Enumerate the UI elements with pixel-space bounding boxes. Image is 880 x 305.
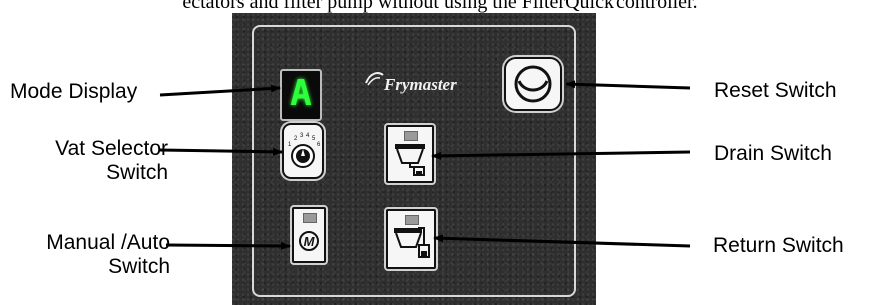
label-manual-auto-line2: Switch [108,255,170,278]
label-vat-selector-line1: Vat Selector [55,137,168,160]
manual-auto-arrow [165,241,291,250]
label-vat-selector-line2: Switch [106,161,168,184]
label-manual-auto: Manual /Auto Switch [14,231,170,279]
label-reset-switch: Reset Switch [714,79,837,102]
label-vat-selector: Vat Selector Switch [22,137,168,185]
label-manual-auto-line1: Manual /Auto [46,231,170,254]
reset-switch-arrow [565,80,691,90]
label-drain-switch: Drain Switch [714,142,832,165]
vat-selector-arrow [159,147,283,156]
label-mode-display: Mode Display [10,80,138,103]
label-return-switch: Return Switch [713,234,844,257]
mode-display-arrow [159,84,281,97]
return-switch-arrow [433,234,691,248]
drain-switch-arrow [431,150,691,160]
